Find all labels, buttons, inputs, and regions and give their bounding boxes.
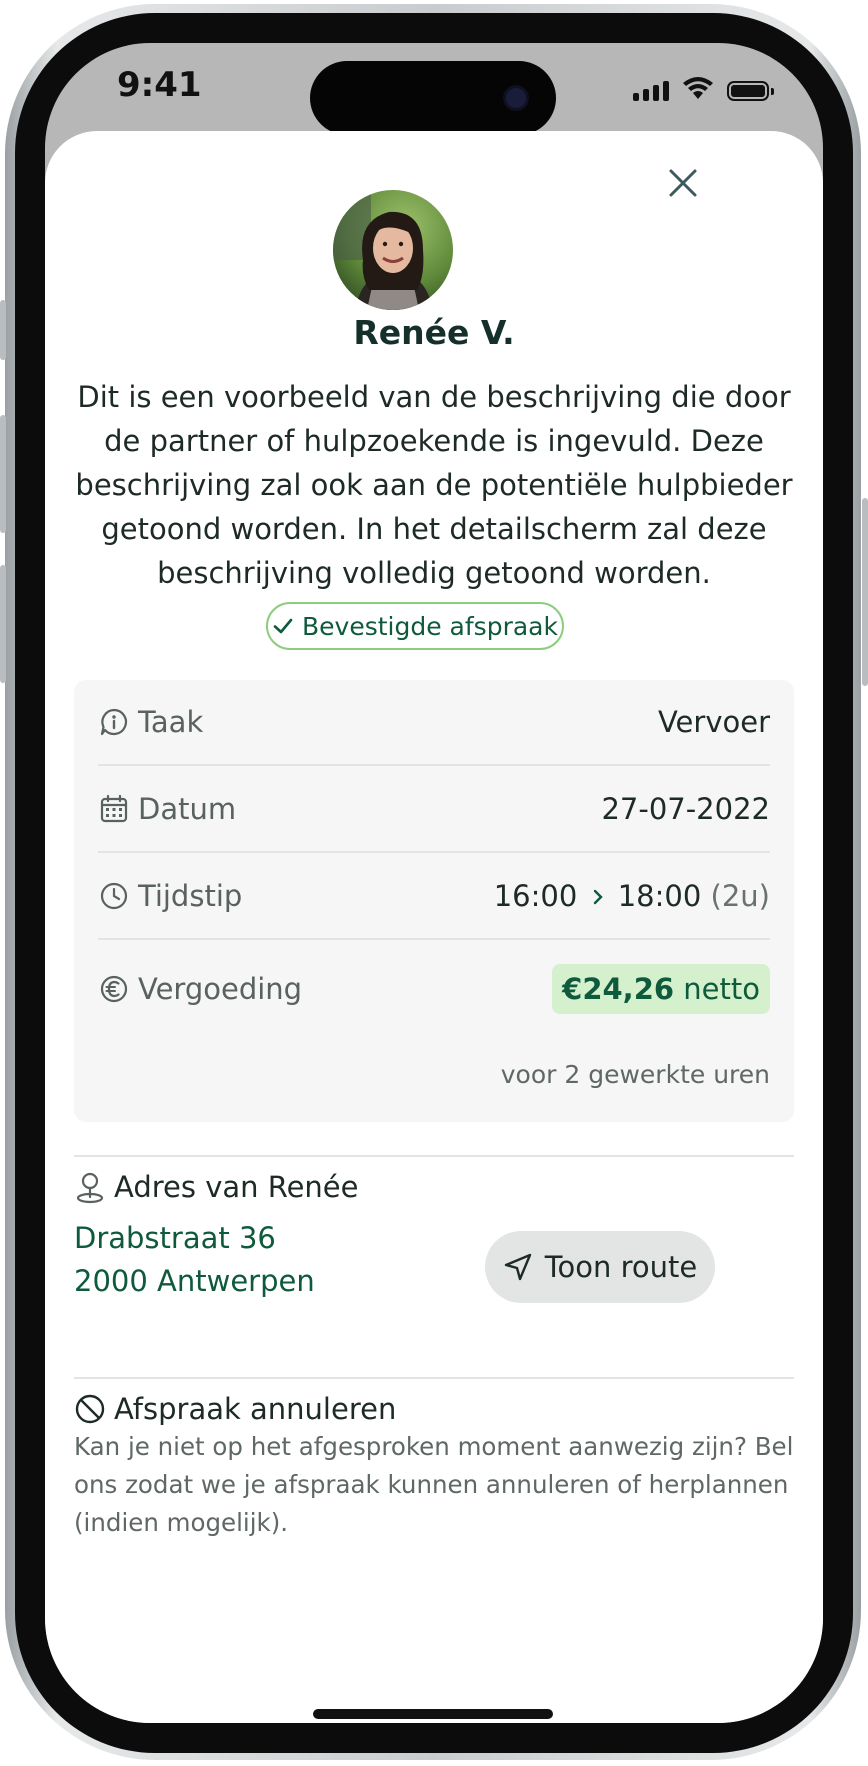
show-route-label: Toon route [544, 1250, 698, 1284]
address-section-title: Adres van Renée [74, 1161, 358, 1213]
cancel-description: Kan je niet op het afgesproken moment aa… [74, 1432, 794, 1537]
detail-value-task: Vervoer [657, 705, 770, 739]
show-route-button[interactable]: Toon route [485, 1231, 715, 1303]
section-divider [74, 1377, 794, 1379]
address-block[interactable]: Drabstraat 36 2000 Antwerpen [74, 1217, 315, 1303]
signal-icon [633, 81, 669, 101]
check-icon [273, 618, 293, 634]
avatar-photo [333, 190, 453, 310]
detail-row-fee: Vergoeding €24,26 netto [98, 962, 770, 1016]
power-button [862, 498, 868, 686]
volume-up-button [0, 415, 6, 533]
divider [98, 851, 770, 853]
detail-value-date: 27-07-2022 [601, 792, 770, 826]
euro-icon [98, 973, 130, 1005]
volume-down-button [0, 565, 6, 683]
fee-amount: €24,26 [562, 972, 675, 1006]
fee-suffix: netto [683, 972, 760, 1006]
detail-label-task: Taak [138, 705, 204, 739]
profile-name: Renée V. [353, 313, 515, 352]
address-line1: Drabstraat 36 [74, 1221, 276, 1255]
avatar [333, 190, 453, 310]
status-badge: Bevestigde afspraak [266, 602, 564, 650]
time-duration: (2u) [710, 879, 770, 913]
close-button[interactable] [663, 163, 703, 203]
detail-row-date: Datum 27-07-2022 [98, 787, 770, 831]
address-title: Adres van Renée [114, 1170, 359, 1204]
detail-value-time: 16:00 18:00 (2u) [494, 879, 770, 913]
clock-icon [98, 880, 130, 912]
detail-label-fee: Vergoeding [138, 972, 303, 1006]
chevron-right-icon [593, 889, 603, 905]
status-icons [633, 75, 774, 101]
status-time: 9:41 [117, 65, 202, 105]
info-icon [98, 706, 130, 738]
navigation-arrow-icon [504, 1253, 531, 1281]
time-start: 16:00 [493, 879, 578, 913]
cancel-title: Afspraak annuleren [114, 1392, 397, 1426]
fee-badge: €24,26 netto [552, 964, 770, 1014]
close-icon [669, 169, 697, 197]
dynamic-island [310, 61, 556, 135]
divider [98, 938, 770, 940]
appointment-description: Dit is een voorbeeld van de beschrijving… [75, 380, 793, 590]
calendar-icon [98, 793, 130, 825]
status-badge-label: Bevestigde afspraak [302, 611, 558, 641]
battery-icon [727, 81, 774, 101]
time-end: 18:00 [617, 879, 702, 913]
screen: 9:41 Renée V. Dit is een voorbeeld van d… [45, 43, 823, 1723]
wifi-icon [683, 77, 713, 99]
detail-label-date: Datum [138, 792, 237, 826]
address-line2: 2000 Antwerpen [74, 1264, 315, 1298]
block-icon [75, 1394, 105, 1424]
section-divider [74, 1155, 794, 1157]
camera [506, 88, 526, 108]
location-pin-icon [76, 1172, 104, 1204]
fee-note: voor 2 gewerkte uren [500, 1060, 770, 1089]
detail-row-time: Tijdstip 16:00 18:00 (2u) [98, 874, 770, 918]
appointment-sheet: Renée V. Dit is een voorbeeld van de bes… [45, 131, 823, 1723]
home-indicator[interactable] [313, 1709, 553, 1719]
detail-row-task: Taak Vervoer [98, 700, 770, 744]
detail-label-time: Tijdstip [138, 879, 243, 913]
divider [98, 764, 770, 766]
action-button [0, 300, 6, 360]
appointment-details-card: Taak Vervoer Datum 27-07-2022 Tijdstip 1… [74, 680, 794, 1122]
